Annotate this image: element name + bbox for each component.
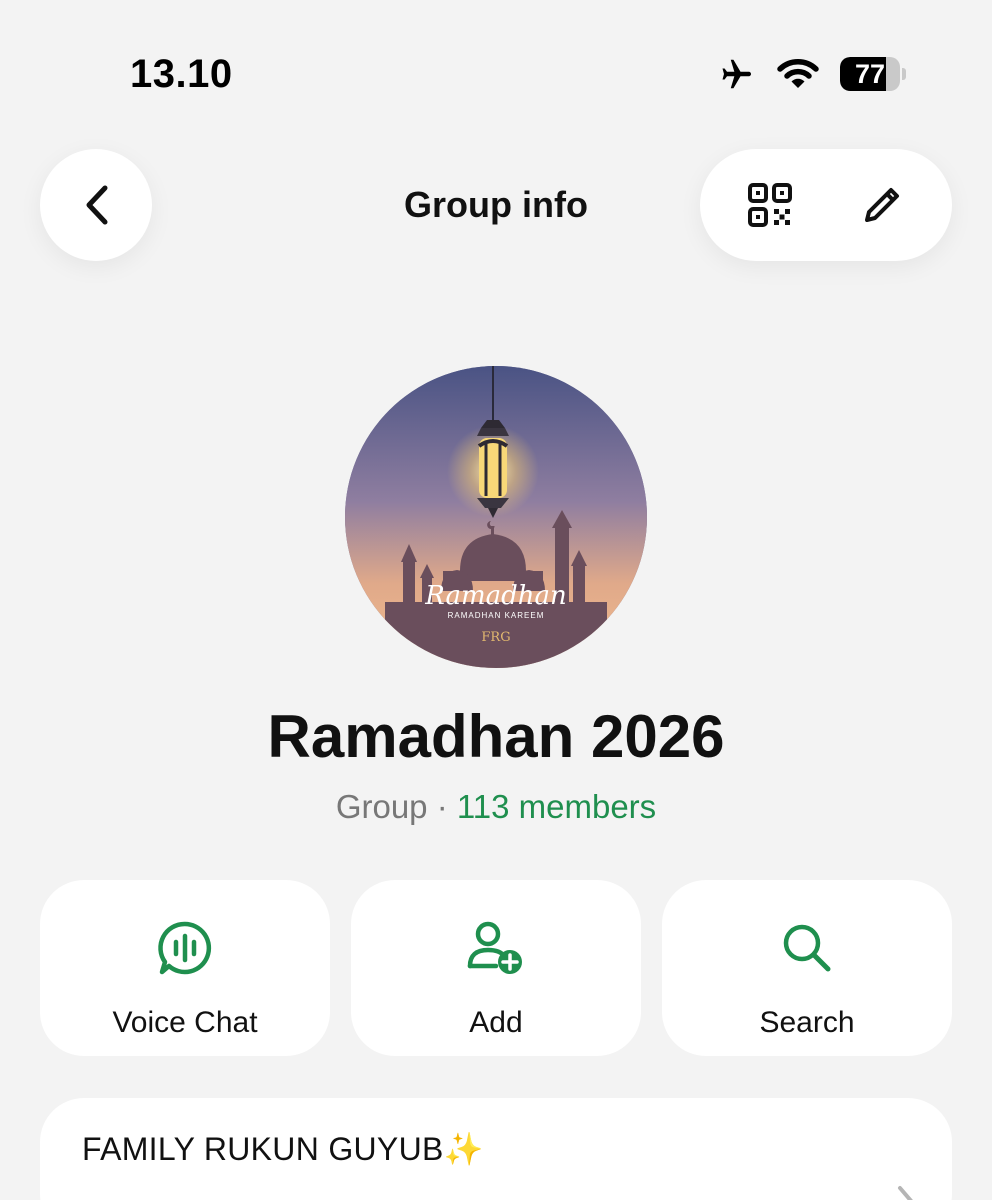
- pencil-icon: [865, 188, 899, 222]
- battery-level: 77: [854, 58, 886, 89]
- nav-actions: [700, 149, 952, 261]
- battery-icon: 77: [840, 57, 906, 91]
- members-count-link[interactable]: 113 members: [457, 788, 656, 825]
- group-info-screen: 13.10 77 Group info Ramadhan RAMADHAN KA…: [0, 0, 992, 1200]
- voice-chat-icon: [158, 921, 212, 975]
- wifi-icon: [777, 59, 819, 88]
- group-type-label: Group: [335, 788, 428, 825]
- avatar-monogram: FRG: [481, 630, 510, 645]
- status-time: 13.10: [130, 52, 233, 96]
- avatar-sub-text: RAMADHAN KAREEM: [448, 611, 545, 620]
- add-label: Add: [469, 1006, 523, 1039]
- status-icons: 77: [716, 56, 906, 92]
- group-meta: Group · 113 members: [0, 788, 992, 826]
- add-person-icon: [467, 921, 522, 974]
- group-avatar[interactable]: Ramadhan RAMADHAN KAREEM FRG: [345, 366, 647, 668]
- qr-code-icon: [748, 183, 792, 227]
- voice-chat-label: Voice Chat: [112, 1006, 258, 1039]
- group-description: FAMILY RUKUN GUYUB✨: [82, 1131, 484, 1167]
- edit-button[interactable]: [837, 160, 927, 250]
- chevron-right-icon: [898, 1186, 913, 1200]
- search-button[interactable]: Search: [662, 880, 952, 1056]
- meta-separator: ·: [427, 788, 457, 825]
- search-icon: [783, 924, 831, 972]
- avatar-script-text: Ramadhan: [424, 581, 566, 611]
- mosque-lantern-image: Ramadhan RAMADHAN KAREEM FRG: [345, 366, 647, 668]
- group-description-card[interactable]: FAMILY RUKUN GUYUB✨: [40, 1098, 952, 1200]
- qr-code-button[interactable]: [725, 160, 815, 250]
- group-name: Ramadhan 2026: [267, 703, 725, 770]
- add-button[interactable]: Add: [351, 880, 641, 1056]
- search-label: Search: [759, 1006, 855, 1039]
- airplane-icon: [722, 59, 751, 89]
- voice-chat-button[interactable]: Voice Chat: [40, 880, 330, 1056]
